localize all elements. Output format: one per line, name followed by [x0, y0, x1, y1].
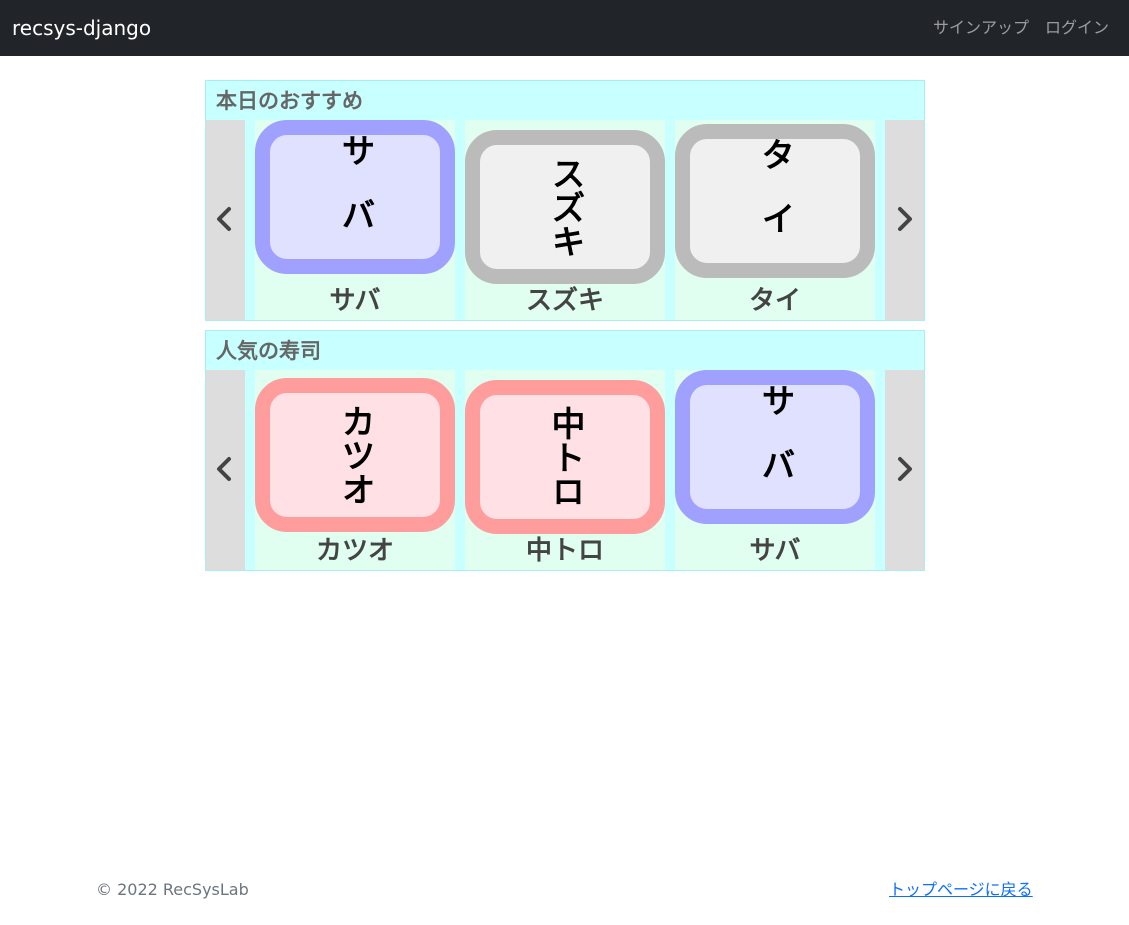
- recommend-section: 本日のおすすめ サバ サバ スズキ スズキ タイ タイ: [205, 80, 925, 321]
- tile-text: スズキ: [545, 156, 585, 258]
- tile-text: サバ: [335, 133, 375, 261]
- card-label: サバ: [329, 286, 381, 316]
- carousel-next-button[interactable]: [885, 120, 924, 320]
- navbar: recsys-django サインアップ ログイン: [0, 0, 1129, 56]
- login-link[interactable]: ログイン: [1045, 18, 1109, 38]
- back-to-top-link[interactable]: トップページに戻る: [889, 880, 1033, 900]
- card-label: 中トロ: [525, 536, 604, 566]
- sushi-card[interactable]: 中トロ 中トロ: [465, 370, 665, 570]
- signup-link[interactable]: サインアップ: [933, 18, 1029, 38]
- card-label: タイ: [748, 286, 801, 316]
- carousel-prev-button[interactable]: [206, 120, 245, 320]
- tile-text: サバ: [755, 383, 795, 511]
- copyright-text: © 2022 RecSysLab: [96, 880, 249, 899]
- sushi-card[interactable]: スズキ スズキ: [465, 120, 665, 320]
- section-title: 本日のおすすめ: [216, 89, 363, 113]
- chevron-right-icon: [898, 457, 912, 481]
- sushi-card[interactable]: カツオ カツオ: [255, 370, 455, 570]
- popular-section: 人気の寿司 カツオ カツオ 中トロ 中トロ サバ サバ: [205, 330, 925, 571]
- sushi-tile: サバ: [675, 370, 875, 524]
- card-label: カツオ: [315, 536, 394, 566]
- chevron-left-icon: [217, 457, 231, 481]
- section-title: 人気の寿司: [216, 339, 321, 363]
- chevron-right-icon: [898, 207, 912, 231]
- carousel-prev-button[interactable]: [206, 370, 245, 570]
- brand-link[interactable]: recsys-django: [12, 15, 151, 41]
- sushi-tile: サバ: [255, 120, 455, 274]
- sushi-card[interactable]: タイ タイ: [675, 120, 875, 320]
- sushi-tile: カツオ: [255, 378, 455, 532]
- chevron-left-icon: [217, 207, 231, 231]
- sushi-tile: スズキ: [465, 130, 665, 284]
- tile-text: 中トロ: [545, 406, 585, 508]
- carousel-next-button[interactable]: [885, 370, 924, 570]
- tile-text: カツオ: [335, 404, 375, 506]
- tile-text: タイ: [755, 137, 795, 265]
- card-label: サバ: [749, 536, 801, 566]
- card-label: スズキ: [525, 286, 604, 316]
- sushi-card[interactable]: サバ サバ: [255, 120, 455, 320]
- sushi-tile: 中トロ: [465, 380, 665, 534]
- sushi-card[interactable]: サバ サバ: [675, 370, 875, 570]
- sushi-tile: タイ: [675, 124, 875, 278]
